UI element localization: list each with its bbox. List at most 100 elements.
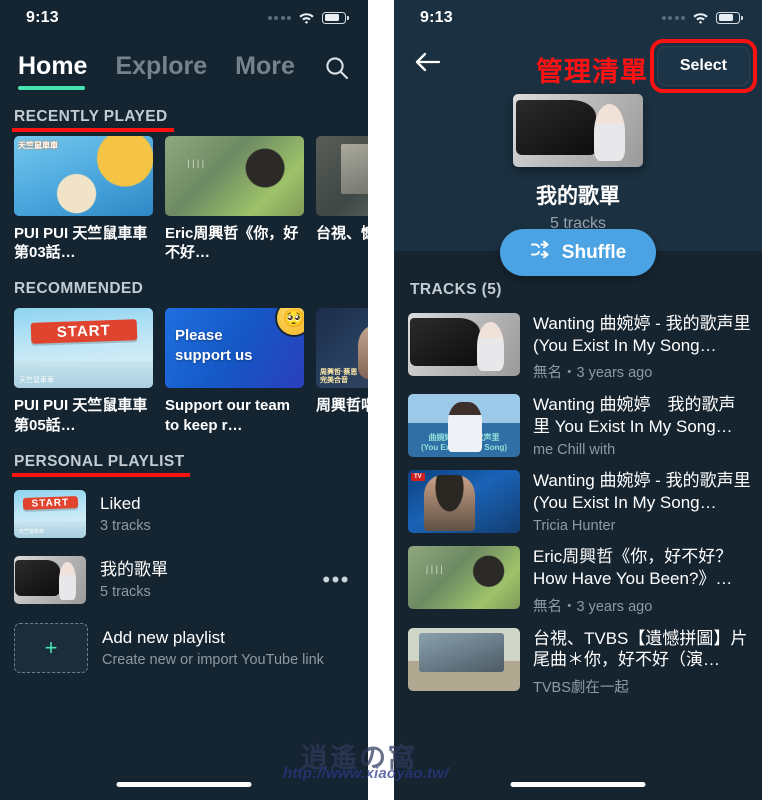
track-subtitle: me Chill with [533,442,616,459]
section-title-recently-played: RECENTLY PLAYED [12,108,174,132]
track-info: Wanting 曲婉婷 - 我的歌声里 (You Exist In My Son… [533,313,752,382]
battery-icon [322,11,349,24]
media-card[interactable]: 周興哲·蔡恩完美合音 周興哲唱「你 [316,308,368,434]
track-thumbnail: | | | | [408,546,520,610]
track-thumbnail: 曲婉婷 - 我的歌声里 (You Exist In My Song) [408,394,520,458]
playlist-name: 我的歌單 [100,559,168,579]
wifi-icon [298,11,315,24]
thumbnail-badge: Please support us [175,327,253,364]
playlist-track-count: 5 tracks [100,583,151,600]
playlist-info: Liked 3 tracks [100,494,352,534]
annotation-manage-playlist: 管理清單 [536,57,648,87]
media-card[interactable]: | | | | Eric周興哲《你，好不好… [165,136,304,262]
active-tab-underline [18,86,86,90]
recommended-carousel[interactable]: START 天竺鼠車車 PUI PUI 天竺鼠車車 第05話… Please su… [0,308,368,434]
media-card-title: Eric周興哲《你，好不好… [165,225,299,262]
media-card-title: 台視、憾拼圖 [316,225,368,242]
media-thumbnail: 周興哲·蔡恩 完美合音 [316,308,368,389]
tab-more-label: More [235,52,295,80]
playlist-title: 我的歌單 [536,185,620,208]
add-playlist-subtitle: Create new or import YouTube link [102,651,324,668]
select-button[interactable]: Select [656,46,750,86]
track-title: Eric周興哲《你，好不好？How Have You Been?》… [533,547,733,589]
media-card[interactable]: Please support us 🥺 Support our team to k… [165,308,304,434]
thumbnail-caption: 曲婉婷 - 我的歌声里 (You Exist In My Song) [420,433,508,453]
thumbnail-badge: START [30,319,137,344]
plus-icon: + [14,622,88,673]
status-indicators [267,11,349,24]
back-arrow-icon[interactable] [414,50,442,79]
media-thumbnail: START 天竺鼠車車 [14,308,153,389]
track-row[interactable]: 曲婉婷 - 我的歌声里 (You Exist In My Song) Wantin… [394,388,762,464]
shuffle-label: Shuffle [561,241,627,263]
tab-bar: Home Explore More [0,38,368,90]
track-info: Wanting 曲婉婷 我的歌声里 You Exist In My Song… … [533,394,752,458]
media-card[interactable]: 天竺鼠車車 PUI PUI 天竺鼠車車 第03話… [14,136,153,262]
home-indicator-right [510,782,646,787]
shuffle-button[interactable]: Shuffle [499,229,657,276]
thumbnail-tag: TV [411,473,425,482]
signal-dots-icon [267,15,291,20]
more-horizontal-icon[interactable]: ••• [320,568,352,591]
thumbnail-decoration: | | | | [187,158,205,169]
media-card[interactable]: 台視、憾拼圖 [316,136,368,262]
track-subtitle: 無名・3 years ago [533,365,653,382]
status-time: 9:13 [26,9,59,26]
screenshot-stage: 9:13 Home Explore More RECENTLY PLAYED 天… [0,0,762,800]
thumbnail-badge: 天竺鼠車車 [18,141,58,150]
add-playlist-info: Add new playlist Create new or import Yo… [102,628,352,668]
media-card-title: Support our team to keep r… [165,397,291,434]
recently-played-carousel[interactable]: 天竺鼠車車 PUI PUI 天竺鼠車車 第03話… | | | | Eric周興… [0,136,368,262]
playlist-cover-image [513,94,643,167]
tab-explore[interactable]: Explore [115,52,207,90]
playlist-thumbnail [14,555,86,604]
track-row[interactable]: 台視、TVBS【遺憾拼圖】片尾曲＊你，好不好（演… TVBS劇在一起 [394,622,762,703]
track-row[interactable]: Wanting 曲婉婷 - 我的歌声里 (You Exist In My Son… [394,307,762,388]
track-row[interactable]: TV Wanting 曲婉婷 - 我的歌声里 (You Exist In My … [394,464,762,540]
playlist-track-count: 3 tracks [100,517,151,534]
media-card-title: 周興哲唱「你 [316,397,368,415]
track-title: 台視、TVBS【遺憾拼圖】片尾曲＊你，好不好（演… [533,628,748,670]
track-thumbnail [408,627,520,691]
track-thumbnail: TV [408,470,520,534]
section-title-recommended: RECOMMENDED [14,280,144,298]
track-title: Wanting 曲婉婷 - 我的歌声里 (You Exist In My Son… [533,314,751,355]
add-playlist-title: Add new playlist [102,627,225,647]
media-thumbnail [316,136,368,216]
tab-more[interactable]: More [235,52,295,90]
playlist-row-liked[interactable]: START 天竺鼠車車 Liked 3 tracks [0,481,368,547]
battery-icon [716,11,743,24]
track-subtitle: 無名・3 years ago [533,598,653,615]
track-subtitle: TVBS劇在一起 [533,679,629,696]
status-indicators [661,11,743,24]
track-title: Wanting 曲婉婷 我的歌声里 You Exist In My Song… [533,395,736,436]
playlist-row-my-playlist[interactable]: 我的歌單 5 tracks ••• [0,547,368,613]
home-indicator-left [116,782,252,787]
track-row[interactable]: | | | | Eric周興哲《你，好不好？How Have You Been?… [394,540,762,621]
playlist-header: 9:13 管理清單 Select 我的歌單 5 tracks [394,0,762,251]
thumbnail-watermark: 天竺鼠車車 [19,377,54,385]
search-icon[interactable] [324,55,350,86]
thumbnail-decoration: | | | | [425,564,443,575]
tab-explore-label: Explore [115,52,208,80]
tab-home[interactable]: Home [18,52,87,90]
tracks-section-header: TRACKS (5) [410,281,502,298]
media-thumbnail: | | | | [165,136,304,216]
track-subtitle: Tricia Hunter [533,518,616,535]
right-phone-screen: 9:13 管理清單 Select 我的歌單 5 tracks Shuffle T… [394,0,762,800]
track-info: 台視、TVBS【遺憾拼圖】片尾曲＊你，好不好（演… TVBS劇在一起 [533,628,752,697]
status-bar-left: 9:13 [0,0,368,38]
section-title-personal-playlist: PERSONAL PLAYLIST [11,452,191,477]
add-new-playlist-button[interactable]: + Add new playlist Create new or import … [0,613,368,683]
status-time: 9:13 [420,9,453,26]
media-card[interactable]: START 天竺鼠車車 PUI PUI 天竺鼠車車 第05話… [14,308,153,434]
track-title: Wanting 曲婉婷 - 我的歌声里 (You Exist In My Son… [533,471,751,512]
playlist-nav-row: 管理清單 Select [394,38,762,94]
playlist-info: 我的歌單 5 tracks [100,560,306,600]
select-button-wrapper: Select [649,39,757,93]
media-card-title: PUI PUI 天竺鼠車車 第03話… [14,225,148,262]
media-thumbnail: Please support us 🥺 [165,308,304,389]
track-thumbnail [408,313,520,376]
thumbnail-badge: 周興哲·蔡恩 完美合音 [320,369,358,384]
pleading-face-emoji-icon: 🥺 [277,308,304,336]
